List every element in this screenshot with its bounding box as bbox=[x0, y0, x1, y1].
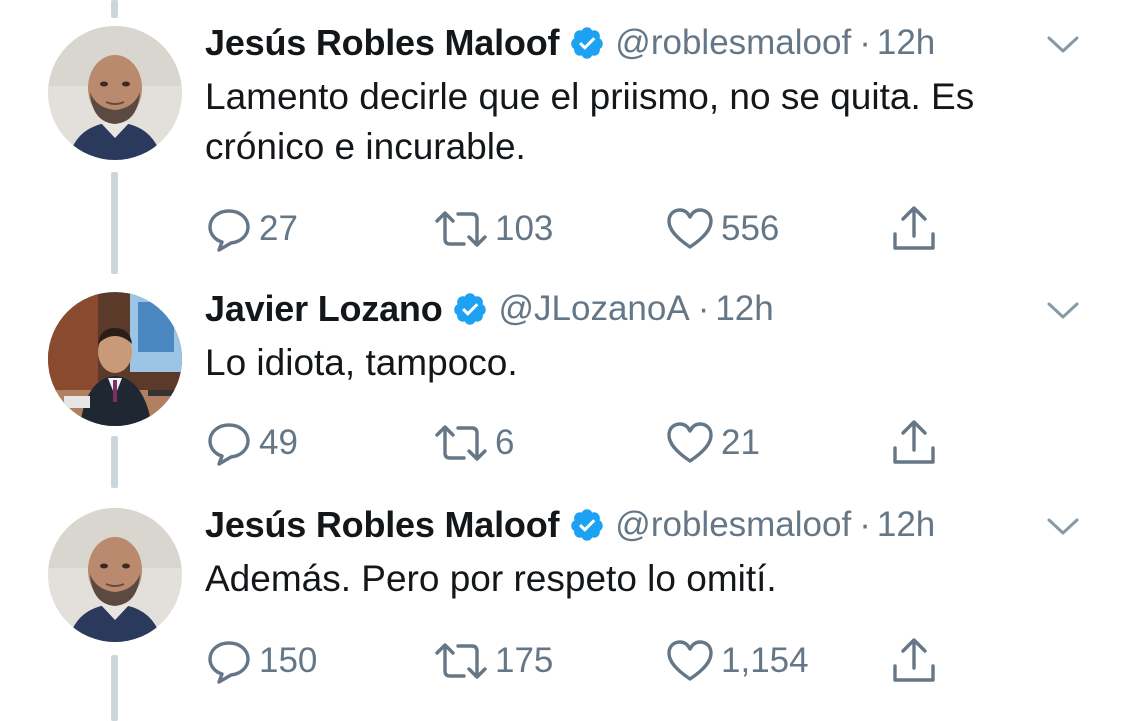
reply-button[interactable]: 150 bbox=[205, 636, 317, 686]
tweet-text: Lo idiota, tampoco. bbox=[205, 342, 518, 383]
separator-dot: · bbox=[859, 23, 871, 62]
retweet-count: 103 bbox=[495, 209, 554, 248]
man-in-suit-at-desk-avatar-icon bbox=[48, 292, 182, 426]
retweet-button[interactable]: 175 bbox=[433, 636, 553, 686]
verified-badge-icon bbox=[452, 291, 488, 327]
retweet-arrows-icon bbox=[435, 643, 487, 679]
tweet[interactable]: Jesús Robles Maloof @roblesmaloof · 12h … bbox=[0, 482, 1124, 721]
user-handle[interactable]: @JLozanoA bbox=[498, 289, 689, 329]
reply-count: 49 bbox=[259, 423, 298, 462]
avatar[interactable] bbox=[48, 508, 182, 642]
tweet-actions: 27 103 556 bbox=[205, 204, 965, 254]
tweet-header: Jesús Robles Maloof @roblesmaloof · 12h bbox=[205, 500, 935, 550]
verified-badge-icon bbox=[569, 507, 605, 543]
reply-bubble-icon bbox=[208, 423, 250, 466]
chevron-down-icon[interactable] bbox=[1046, 516, 1080, 538]
display-name[interactable]: Javier Lozano bbox=[205, 288, 443, 330]
reply-button[interactable]: 27 bbox=[205, 204, 298, 254]
separator-dot: · bbox=[859, 505, 871, 544]
timestamp[interactable]: 12h bbox=[877, 23, 935, 63]
tweet-actions: 150 175 1,154 bbox=[205, 636, 965, 686]
separator-dot: · bbox=[697, 289, 710, 328]
timestamp[interactable]: 12h bbox=[715, 289, 773, 329]
share-button[interactable] bbox=[889, 636, 939, 686]
tweet-text: Lamento decirle que el priismo, no se qu… bbox=[205, 76, 975, 167]
share-button[interactable] bbox=[889, 204, 939, 254]
tweet[interactable]: Jesús Robles Maloof @roblesmaloof · 12h … bbox=[0, 0, 1124, 268]
like-button[interactable]: 21 bbox=[665, 418, 760, 468]
verified-badge-icon bbox=[569, 25, 605, 61]
reply-count: 27 bbox=[259, 209, 298, 248]
tweet[interactable]: Javier Lozano @JLozanoA · 12h Lo idiota,… bbox=[0, 268, 1124, 482]
chevron-down-icon[interactable] bbox=[1046, 300, 1080, 322]
reply-button[interactable]: 49 bbox=[205, 418, 298, 468]
share-upload-icon bbox=[893, 206, 935, 250]
avatar[interactable] bbox=[48, 26, 182, 160]
like-count: 1,154 bbox=[721, 641, 809, 680]
heart-icon bbox=[667, 208, 713, 249]
like-count: 21 bbox=[721, 423, 760, 462]
tweet-thread: Jesús Robles Maloof @roblesmaloof · 12h … bbox=[0, 0, 1124, 721]
display-name[interactable]: Jesús Robles Maloof bbox=[205, 22, 559, 64]
reply-count: 150 bbox=[259, 641, 318, 680]
heart-icon bbox=[667, 640, 713, 681]
tweet-header: Jesús Robles Maloof @roblesmaloof · 12h bbox=[205, 18, 935, 68]
retweet-count: 175 bbox=[495, 641, 554, 680]
like-button[interactable]: 1,154 bbox=[665, 636, 809, 686]
display-name[interactable]: Jesús Robles Maloof bbox=[205, 504, 559, 546]
reply-bubble-icon bbox=[208, 209, 250, 252]
like-count: 556 bbox=[721, 209, 780, 248]
share-upload-icon bbox=[893, 420, 935, 464]
tweet-actions: 49 6 21 bbox=[205, 418, 965, 468]
avatar[interactable] bbox=[48, 292, 182, 426]
user-handle[interactable]: @roblesmaloof bbox=[615, 505, 851, 545]
chevron-down-icon[interactable] bbox=[1046, 34, 1080, 56]
heart-icon bbox=[667, 422, 713, 463]
bald-man-avatar-icon bbox=[48, 26, 182, 160]
timestamp[interactable]: 12h bbox=[877, 505, 935, 545]
user-handle[interactable]: @roblesmaloof bbox=[615, 23, 851, 63]
retweet-arrows-icon bbox=[435, 211, 487, 247]
reply-bubble-icon bbox=[208, 641, 250, 684]
retweet-button[interactable]: 6 bbox=[433, 418, 514, 468]
retweet-count: 6 bbox=[495, 423, 515, 462]
tweet-header: Javier Lozano @JLozanoA · 12h bbox=[205, 284, 774, 334]
share-button[interactable] bbox=[889, 418, 939, 468]
share-upload-icon bbox=[893, 638, 935, 682]
bald-man-avatar-icon bbox=[48, 508, 182, 642]
retweet-arrows-icon bbox=[435, 425, 487, 461]
tweet-text: Además. Pero por respeto lo omití. bbox=[205, 558, 777, 599]
like-button[interactable]: 556 bbox=[665, 204, 779, 254]
retweet-button[interactable]: 103 bbox=[433, 204, 553, 254]
